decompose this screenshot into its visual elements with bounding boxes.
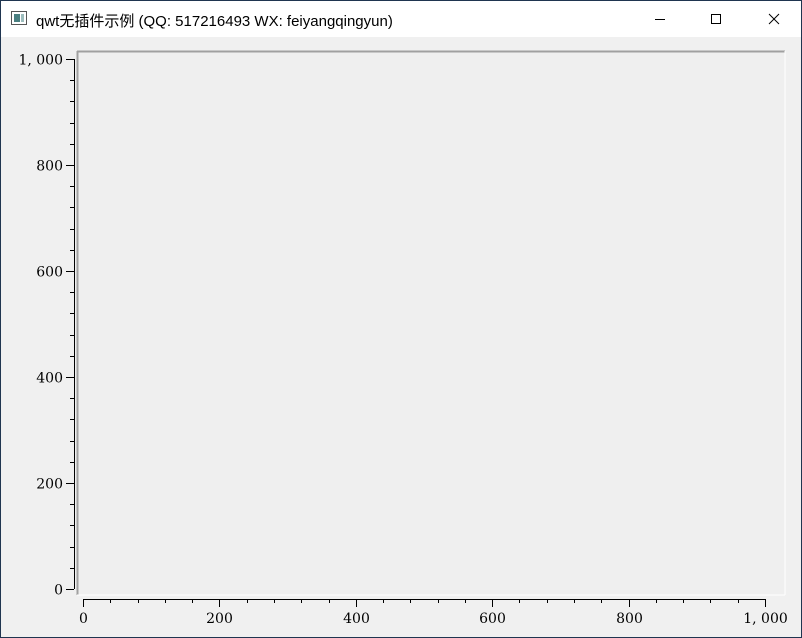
plot-canvas[interactable] [77, 51, 785, 595]
minimize-button[interactable] [637, 1, 683, 37]
y-tick-label: 600 [36, 265, 63, 281]
y-tick-label: 800 [36, 159, 63, 175]
close-button[interactable] [751, 1, 797, 37]
minimize-icon [655, 19, 665, 20]
x-axis: 0 200 400 600 800 1, 000 [79, 599, 788, 627]
window-title: qwt无插件示例 (QQ: 517216493 WX: feiyangqingy… [36, 13, 393, 30]
title-bar[interactable]: qwt无插件示例 (QQ: 517216493 WX: feiyangqingy… [1, 1, 801, 37]
x-tick-label: 0 [79, 611, 88, 627]
maximize-button[interactable] [693, 1, 739, 37]
x-tick-label: 1, 000 [743, 611, 788, 627]
x-tick-label: 200 [206, 611, 233, 627]
y-tick-label: 0 [54, 583, 63, 599]
close-icon [768, 13, 780, 25]
x-tick-label: 600 [479, 611, 506, 627]
x-tick-label: 400 [343, 611, 370, 627]
y-axis: 0 200 400 600 800 1, 000 [18, 53, 75, 599]
app-window-icon [11, 11, 27, 25]
maximize-icon [711, 14, 721, 24]
plot-widget[interactable]: 0 200 400 600 800 1, 000 0 200 400 600 800 1, 000 [1, 37, 801, 637]
y-tick-label: 1, 000 [18, 53, 63, 69]
y-tick-label: 200 [36, 477, 63, 493]
y-tick-label: 400 [36, 371, 63, 387]
x-tick-label: 800 [616, 611, 643, 627]
application-window: qwt无插件示例 (QQ: 517216493 WX: feiyangqingy… [0, 0, 802, 638]
